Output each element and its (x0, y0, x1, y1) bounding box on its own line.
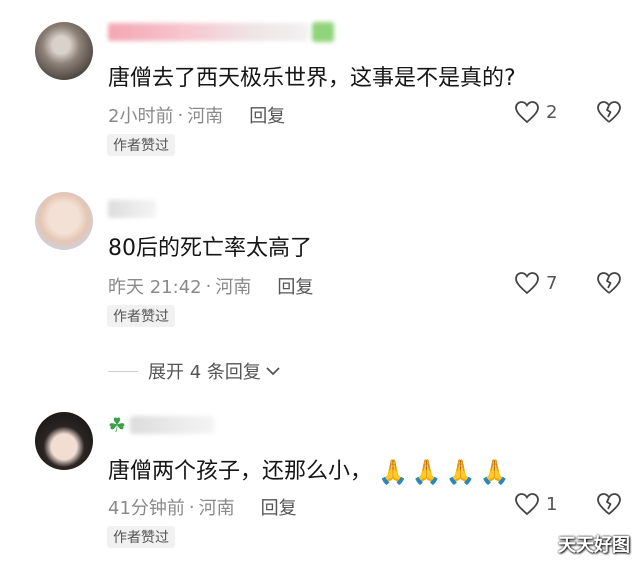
emoji-group: 🙏 🙏 🙏 🙏 (378, 458, 510, 486)
reply-button[interactable]: 回复 (277, 273, 313, 299)
comment-time: 昨天 21:42 (108, 277, 202, 298)
comment-location: 河南 (198, 498, 235, 519)
reply-button[interactable]: 回复 (249, 102, 285, 128)
praying-hands-emoji: 🙏 (479, 458, 510, 486)
author-liked-badge: 作者赞过 (107, 134, 175, 156)
username-blurred[interactable] (108, 21, 334, 43)
avatar[interactable] (35, 22, 93, 80)
like-count: 7 (546, 272, 558, 294)
like-button[interactable]: 1 (514, 492, 557, 516)
comment-text: 80后的死亡率太高了 (108, 236, 312, 261)
expand-replies-label: 展开 4 条回复 (148, 362, 261, 383)
expand-replies-button[interactable]: 展开 4 条回复 (108, 358, 281, 384)
heart-outline-icon (515, 493, 539, 516)
heart-outline-icon (515, 101, 539, 124)
author-liked-badge: 作者赞过 (107, 526, 175, 548)
comment-location: 河南 (187, 106, 224, 127)
avatar[interactable] (35, 192, 93, 250)
comment-text: 唐僧两个孩子，还那么小， 🙏 🙏 🙏 🙏 (108, 458, 510, 486)
broken-heart-icon (597, 101, 621, 123)
praying-hands-emoji: 🙏 (445, 458, 476, 486)
comment-time: 41分钟前 (108, 498, 185, 519)
praying-hands-emoji: 🙏 (411, 458, 442, 486)
divider (108, 370, 138, 372)
comment-meta: 41分钟前 · 河南 回复 (108, 494, 297, 520)
comment-text: 唐僧去了西天极乐世界，这事是不是真的? (108, 66, 516, 91)
comment-meta: 昨天 21:42 · 河南 回复 (108, 273, 313, 299)
dislike-button[interactable] (596, 492, 622, 520)
username-blurred[interactable] (108, 198, 156, 220)
chevron-down-icon (266, 367, 280, 376)
author-liked-badge: 作者赞过 (107, 305, 175, 327)
watermark: 天天好图 (558, 535, 630, 556)
like-count: 2 (546, 101, 558, 123)
comment-time: 2小时前 (108, 106, 174, 127)
heart-outline-icon (515, 272, 539, 295)
like-count: 1 (546, 493, 558, 515)
broken-heart-icon (597, 272, 621, 294)
comment-meta: 2小时前 · 河南 回复 (108, 102, 285, 128)
like-button[interactable]: 2 (514, 100, 557, 124)
broken-heart-icon (597, 493, 621, 515)
comment-location: 河南 (215, 277, 252, 298)
avatar[interactable] (35, 412, 93, 470)
clover-icon: ☘ (108, 413, 126, 437)
reply-button[interactable]: 回复 (261, 494, 297, 520)
username-blurred[interactable]: ☘ (108, 414, 214, 436)
dislike-button[interactable] (596, 100, 622, 128)
dislike-button[interactable] (596, 271, 622, 299)
praying-hands-emoji: 🙏 (378, 458, 408, 486)
like-button[interactable]: 7 (514, 271, 557, 295)
